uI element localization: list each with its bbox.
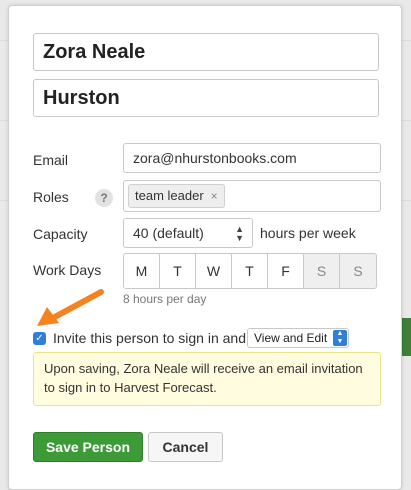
permission-value: View and Edit: [254, 331, 328, 345]
invite-checkbox[interactable]: ✓: [33, 332, 46, 345]
email-label: Email: [33, 152, 69, 168]
permission-select[interactable]: View and Edit ▲ ▼: [247, 328, 349, 348]
day-toggle-mon[interactable]: M: [124, 254, 160, 288]
day-toggle-sat[interactable]: S: [304, 254, 340, 288]
role-tag: team leader ×: [128, 184, 225, 208]
updown-arrows-icon: ▲ ▼: [333, 330, 347, 346]
day-toggle-thu[interactable]: T: [232, 254, 268, 288]
role-tag-label: team leader: [135, 188, 204, 203]
day-toggle-fri[interactable]: F: [268, 254, 304, 288]
last-name-input[interactable]: Hurston: [33, 79, 379, 117]
workdays-label: Work Days: [33, 262, 102, 278]
workdays-hint: 8 hours per day: [123, 292, 207, 306]
cancel-button[interactable]: Cancel: [148, 432, 223, 462]
day-toggle-tue[interactable]: T: [160, 254, 196, 288]
email-field[interactable]: zora@nhurstonbooks.com: [123, 143, 381, 173]
invite-label: Invite this person to sign in and: [53, 330, 247, 346]
invitation-notice: Upon saving, Zora Neale will receive an …: [33, 352, 381, 406]
capacity-select[interactable]: 40 (default) ▲ ▼: [123, 218, 253, 248]
roles-label: Roles: [33, 189, 69, 205]
first-name-input[interactable]: Zora Neale: [33, 33, 379, 71]
annotation-arrow-icon: [37, 289, 104, 326]
roles-field[interactable]: team leader ×: [123, 180, 381, 212]
save-person-button[interactable]: Save Person: [33, 432, 143, 462]
roles-help-icon[interactable]: ?: [95, 189, 113, 207]
capacity-label: Capacity: [33, 226, 88, 242]
edit-person-dialog: Zora Neale Hurston Email zora@nhurstonbo…: [8, 5, 402, 490]
updown-arrows-icon: ▲ ▼: [235, 224, 244, 243]
remove-role-icon[interactable]: ×: [211, 185, 218, 207]
capacity-suffix: hours per week: [260, 225, 356, 241]
workdays-toggle-group: M T W T F S S: [123, 253, 377, 289]
day-toggle-sun[interactable]: S: [340, 254, 376, 288]
capacity-value: 40 (default): [133, 225, 204, 241]
day-toggle-wed[interactable]: W: [196, 254, 232, 288]
